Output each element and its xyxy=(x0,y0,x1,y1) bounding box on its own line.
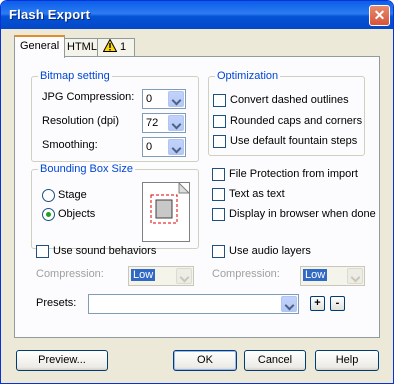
window-title: Flash Export xyxy=(9,7,91,22)
display-in-browser-checkbox[interactable] xyxy=(212,208,225,221)
convert-dashed-checkbox[interactable] xyxy=(213,94,226,107)
audio-compression-select[interactable]: Low xyxy=(300,266,365,286)
close-icon: ✕ xyxy=(373,7,386,23)
presets-label: Presets: xyxy=(36,297,77,309)
smoothing-label: Smoothing: xyxy=(42,139,98,151)
plus-icon: + xyxy=(314,297,321,309)
close-button[interactable]: ✕ xyxy=(369,5,390,26)
flash-export-dialog: Flash Export ✕ General HTML 1 issue Bitm… xyxy=(0,0,394,384)
title-bar: Flash Export ✕ xyxy=(1,1,393,29)
text-as-text-label: Text as text xyxy=(229,188,285,200)
jpg-compression-label: JPG Compression: xyxy=(42,91,135,103)
file-protection-label: File Protection from import xyxy=(229,168,358,180)
use-audio-label: Use audio layers xyxy=(229,245,311,257)
jpg-compression-value: 0 xyxy=(146,93,153,105)
jpg-compression-select[interactable]: 0 xyxy=(142,89,186,109)
remove-preset-button[interactable]: - xyxy=(330,296,345,311)
bounding-box-group: Bounding Box Size Stage Objects xyxy=(31,163,199,249)
warning-icon xyxy=(103,39,117,52)
default-fountain-label: Use default fountain steps xyxy=(230,135,358,147)
bitmap-setting-group: Bitmap setting JPG Compression: 0 Resolu… xyxy=(31,70,199,162)
bitmap-setting-title: Bitmap setting xyxy=(38,70,112,82)
display-in-browser-label: Display in browser when done xyxy=(229,208,376,220)
convert-dashed-label: Convert dashed outlines xyxy=(230,94,349,106)
help-button[interactable]: Help xyxy=(315,350,379,371)
stage-radio[interactable] xyxy=(42,189,55,202)
sound-compression-value: Low xyxy=(131,269,156,281)
minus-icon: - xyxy=(335,297,340,309)
resolution-label: Resolution (dpi) xyxy=(42,115,120,127)
ok-button-label: OK xyxy=(197,354,213,366)
chevron-down-icon[interactable] xyxy=(281,296,297,312)
chevron-down-icon[interactable] xyxy=(168,139,184,155)
objects-radio[interactable] xyxy=(42,208,55,221)
chevron-down-icon[interactable] xyxy=(347,268,363,284)
use-audio-checkbox[interactable] xyxy=(212,245,225,258)
stage-label: Stage xyxy=(58,189,87,201)
audio-compression-label: Compression: xyxy=(212,268,280,280)
rounded-caps-label: Rounded caps and corners xyxy=(230,115,363,127)
add-preset-button[interactable]: + xyxy=(310,296,325,311)
optimization-group: Optimization Convert dashed outlines Rou… xyxy=(208,70,365,156)
presets-select[interactable] xyxy=(88,294,299,314)
cancel-button-label: Cancel xyxy=(257,354,293,366)
sound-compression-select[interactable]: Low xyxy=(128,266,194,286)
tab-html-label: HTML xyxy=(67,41,97,53)
tab-issues[interactable]: 1 issue xyxy=(97,38,135,70)
bounding-box-preview-icon xyxy=(150,181,191,224)
ok-button[interactable]: OK xyxy=(173,350,237,371)
chevron-down-icon[interactable] xyxy=(176,268,192,284)
tab-general-label: General xyxy=(20,40,60,52)
bounding-box-title: Bounding Box Size xyxy=(38,163,135,175)
bounding-box-preview xyxy=(142,181,191,242)
smoothing-select[interactable]: 0 xyxy=(142,137,186,157)
cancel-button[interactable]: Cancel xyxy=(244,350,306,371)
default-fountain-checkbox[interactable] xyxy=(213,135,226,148)
file-protection-checkbox[interactable] xyxy=(212,168,225,181)
objects-label: Objects xyxy=(58,208,96,220)
chevron-down-icon[interactable] xyxy=(168,91,184,107)
use-sound-checkbox[interactable] xyxy=(36,245,49,258)
optimization-title: Optimization xyxy=(215,70,281,82)
sound-compression-label: Compression: xyxy=(36,268,104,280)
audio-compression-value: Low xyxy=(303,269,328,281)
help-button-label: Help xyxy=(335,354,359,366)
rounded-caps-checkbox[interactable] xyxy=(213,115,226,128)
text-as-text-checkbox[interactable] xyxy=(212,188,225,201)
resolution-value: 72 xyxy=(146,117,159,129)
preview-button[interactable]: Preview... xyxy=(16,350,108,371)
tab-general[interactable]: General xyxy=(14,35,66,58)
resolution-select[interactable]: 72 xyxy=(142,113,186,133)
chevron-down-icon[interactable] xyxy=(168,115,184,131)
smoothing-value: 0 xyxy=(146,141,153,153)
general-panel: Bitmap setting JPG Compression: 0 Resolu… xyxy=(14,56,380,338)
use-sound-label: Use sound behaviors xyxy=(53,245,157,257)
preview-button-label: Preview... xyxy=(38,354,86,366)
